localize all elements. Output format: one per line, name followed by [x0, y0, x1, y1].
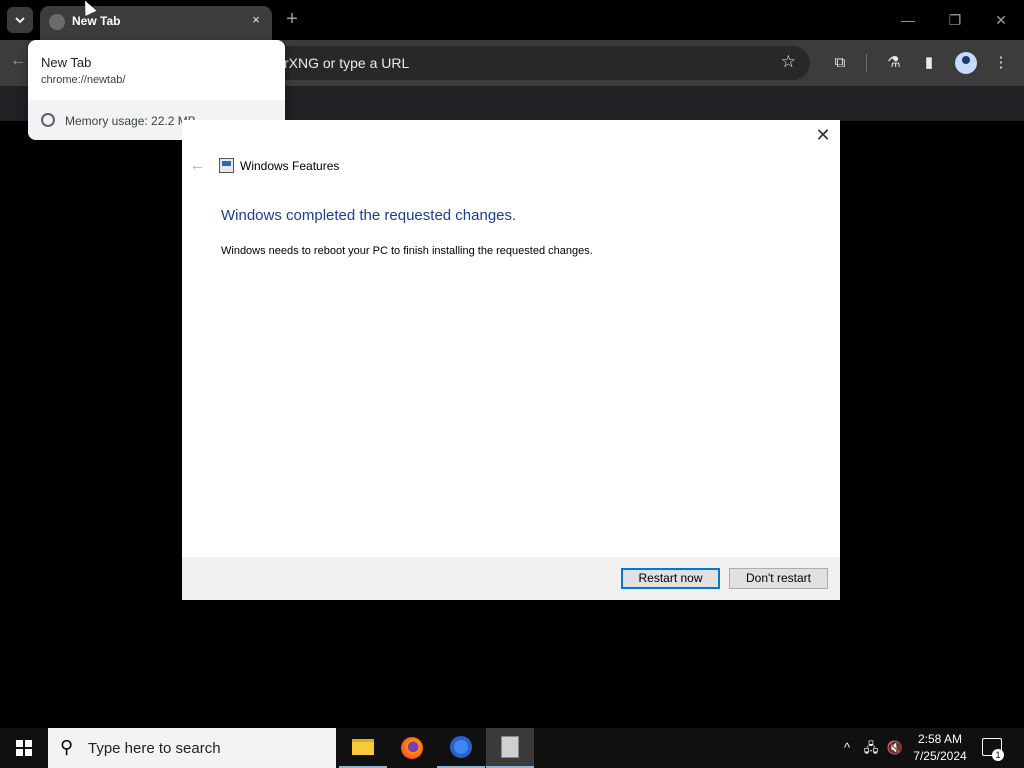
bookmark-star-icon[interactable]: ☆: [781, 52, 796, 72]
address-bar-text: rXNG or type a URL: [284, 55, 410, 71]
dialog-body-text: Windows needs to reboot your PC to finis…: [221, 245, 593, 257]
taskbar-chrome[interactable]: [437, 728, 485, 768]
taskbar-search-box[interactable]: ⚲ Type here to search: [48, 728, 336, 768]
chevron-up-icon[interactable]: ^: [838, 728, 856, 768]
dialog-app-title: Windows Features: [240, 159, 340, 173]
tab-new-tab[interactable]: New Tab ×: [40, 6, 272, 40]
clock-time: 2:58 AM: [917, 732, 963, 746]
taskbar-clock[interactable]: 2:58 AM 7/25/2024: [905, 731, 975, 765]
volume-muted-icon[interactable]: 🔇: [885, 728, 905, 768]
labs-flask-icon[interactable]: ⚗: [883, 52, 905, 74]
taskbar-firefox[interactable]: [388, 728, 436, 768]
restore-button[interactable]: ❐: [940, 8, 970, 32]
tab-search-button[interactable]: [7, 7, 33, 33]
globe-icon: [49, 14, 65, 30]
back-arrow-icon[interactable]: ←: [10, 52, 26, 70]
firefox-icon: [401, 737, 423, 759]
memory-usage-text: Memory usage: 22.2 MB: [65, 114, 196, 128]
close-icon[interactable]: ×: [248, 12, 264, 28]
windows-logo-icon: [16, 740, 32, 756]
windows-features-dialog: ✕ ← Windows Features Windows completed t…: [182, 120, 840, 600]
memory-gauge-icon: [41, 113, 55, 127]
chrome-icon: [450, 736, 472, 758]
minimize-button[interactable]: —: [893, 8, 923, 32]
profile-avatar[interactable]: [955, 52, 977, 74]
taskbar-search-placeholder: Type here to search: [88, 740, 221, 757]
clock-date: 7/25/2024: [913, 749, 967, 763]
window-close-button[interactable]: ✕: [986, 8, 1016, 32]
toolbar-divider: [866, 54, 867, 72]
dialog-close-icon[interactable]: ✕: [812, 124, 834, 146]
tab-strip: New Tab × + — ❐ ✕: [0, 0, 1024, 40]
search-icon: ⚲: [60, 737, 74, 757]
windows-features-app-icon: [501, 736, 519, 758]
new-tab-button[interactable]: +: [282, 9, 302, 29]
hover-card-title: New Tab: [41, 55, 92, 70]
tab-title: New Tab: [72, 14, 121, 28]
notification-count-badge: 1: [992, 749, 1004, 761]
chevron-down-icon: [15, 17, 25, 23]
taskbar-file-explorer[interactable]: [339, 728, 387, 768]
folder-icon: [352, 739, 374, 755]
hover-card-url: chrome://newtab/: [41, 74, 126, 86]
restart-now-button[interactable]: Restart now: [621, 568, 720, 589]
network-icon[interactable]: 🖧: [861, 728, 881, 768]
extensions-icon[interactable]: ⧉: [829, 52, 851, 74]
dialog-footer: Restart now Don't restart: [182, 557, 840, 600]
taskbar: ⚲ Type here to search ^ 🖧 🔇 2:58 AM 7/25…: [0, 728, 1024, 768]
menu-kebab-icon[interactable]: ⋮: [990, 52, 1012, 74]
dialog-heading: Windows completed the requested changes.: [221, 207, 517, 224]
start-button[interactable]: [0, 728, 48, 768]
taskbar-windows-features[interactable]: [486, 728, 534, 768]
dialog-back-arrow-icon: ←: [190, 157, 205, 174]
dont-restart-button[interactable]: Don't restart: [729, 568, 828, 589]
windows-features-icon: [219, 158, 234, 173]
side-panel-icon[interactable]: ▮: [918, 52, 940, 74]
